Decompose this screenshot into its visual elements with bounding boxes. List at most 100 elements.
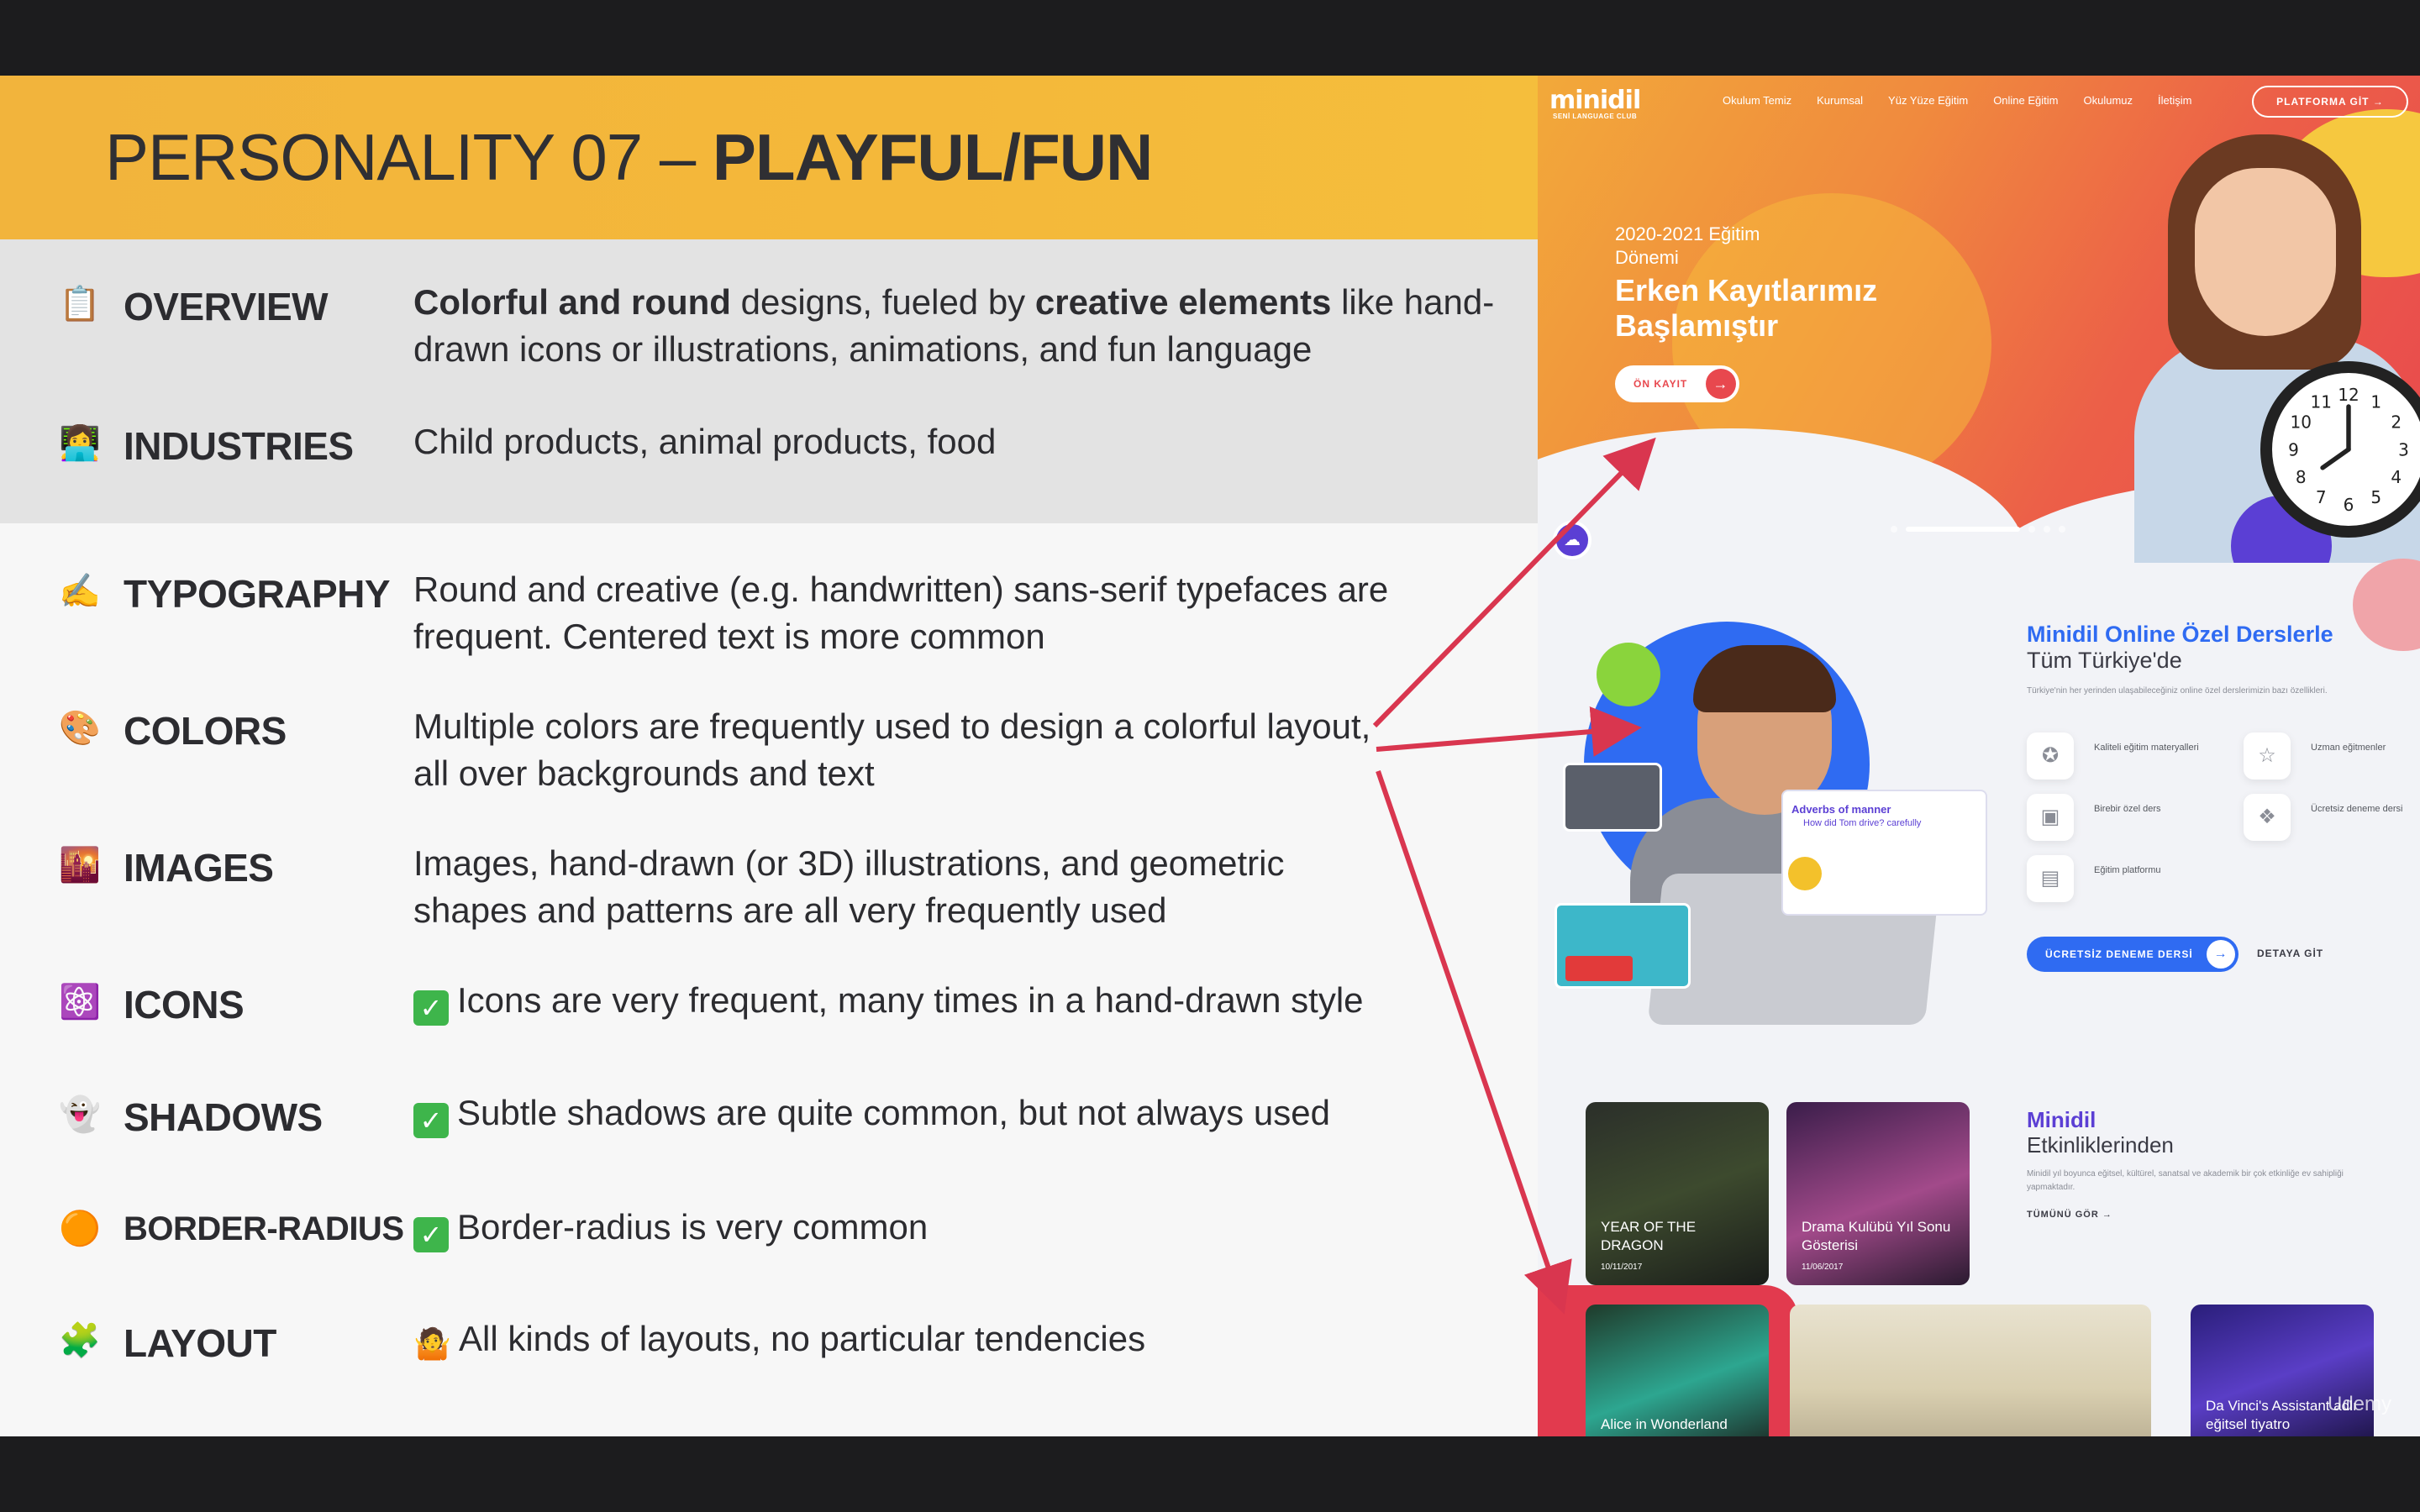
row-description: Multiple colors are frequently used to d… <box>413 706 1371 793</box>
slider-dot[interactable] <box>2044 526 2050 533</box>
sunset-city-icon: 🌇 <box>59 847 101 884</box>
online-lessons-description: Türkiye'nin her yerinden ulaşabileceğini… <box>2027 686 2328 696</box>
platform-button[interactable]: PLATFORMA GİT → <box>2252 86 2408 118</box>
clock-illustration: 12 1 2 3 4 5 6 7 8 9 10 11 <box>2260 361 2420 538</box>
feature-item: ✪ Kaliteli eğitim materyalleri <box>2027 732 2220 783</box>
main-nav: Okulum Temiz Kurumsal Yüz Yüze Eğitim On… <box>1723 94 2191 107</box>
nav-item-online[interactable]: Online Eğitim <box>1993 94 2058 107</box>
ghost-icon: 👻 <box>59 1096 101 1133</box>
platform-icon: ▤ <box>2027 855 2074 902</box>
clock-numeral: 4 <box>2391 467 2402 487</box>
nav-item-kurumsal[interactable]: Kurumsal <box>1817 94 1863 107</box>
star-icon: ☆ <box>2244 732 2291 780</box>
slider-dot-active[interactable] <box>1906 527 2020 532</box>
feature-item: ▤ Eğitim platformu <box>2027 855 2220 906</box>
nav-item-okulumuz[interactable]: Okulumuz <box>2084 94 2133 107</box>
row-description: Child products, animal products, food <box>413 422 997 461</box>
writing-hand-icon: ✍️ <box>59 573 101 610</box>
row-description: 🤷 All kinds of layouts, no particular ten… <box>413 1315 1506 1362</box>
event-title: Drama Kulübü Yıl Sonu Gösterisi <box>1802 1219 1951 1253</box>
hero-title: Erken Kayıtlarımız Başlamıştır <box>1615 273 1878 343</box>
clock-numeral: 6 <box>2344 495 2354 515</box>
room-illustration-thumbnail <box>1555 903 1691 989</box>
event-card[interactable]: Da Vinci's Assistant adlı eğitsel tiyatr… <box>2191 1305 2374 1436</box>
bed-shape <box>1565 956 1633 981</box>
row-label: LAYOUT <box>124 1321 276 1365</box>
online-lessons-title: Minidil Online Özel Derslerle <box>2027 622 2333 647</box>
clock-numeral: 2 <box>2391 412 2402 433</box>
slide-title: PERSONALITY 07 – PLAYFUL/FUN <box>105 119 1153 196</box>
event-card[interactable]: YEAR OF THE DRAGON 10/11/2017 <box>1586 1102 1769 1285</box>
video-icon: ▣ <box>2027 794 2074 841</box>
title-bar: PERSONALITY 07 – PLAYFUL/FUN <box>0 76 1538 239</box>
feature-item: ▣ Birebir özel ders <box>2027 794 2220 844</box>
events-title: Minidil <box>2027 1107 2096 1132</box>
row-text: Border-radius is very common <box>457 1207 929 1247</box>
event-card[interactable]: Drama Kulübü Yıl Sonu Gösterisi 11/06/20… <box>1786 1102 1970 1285</box>
logo-tagline: SENİ LANGUAGE CLUB <box>1553 113 1638 120</box>
row-label: INDUSTRIES <box>124 424 354 468</box>
row-text: Subtle shadows are quite common, but not… <box>457 1093 1330 1132</box>
feature-label: Kaliteli eğitim materyalleri <box>2094 743 2199 753</box>
award-icon: ✪ <box>2027 732 2074 780</box>
row-description: ✓ Icons are very frequent, many times in … <box>413 977 1506 1026</box>
row-label: COLORS <box>124 709 287 753</box>
hero-kicker: 2020-2021 Eğitim Dönemi <box>1615 223 1760 268</box>
chat-icon[interactable]: ☁ <box>1553 521 1591 559</box>
technologist-icon: 👩‍💻 <box>59 425 101 462</box>
row-label: SHADOWS <box>124 1095 323 1139</box>
nav-item-okulum-temiz[interactable]: Okulum Temiz <box>1723 94 1791 107</box>
overview-bold-2: creative elements <box>1034 282 1332 322</box>
nav-item-yuz-yuze[interactable]: Yüz Yüze Eğitim <box>1888 94 1968 107</box>
slide-content: PERSONALITY 07 – PLAYFUL/FUN 📋 OVERVIEW … <box>0 76 1538 1436</box>
palette-icon: 🎨 <box>59 710 101 747</box>
free-trial-button[interactable]: ÜCRETSİZ DENEME DERSİ → <box>2027 937 2238 972</box>
feature-label: Uzman eğitmenler <box>2311 743 2386 753</box>
hero-wave <box>1538 428 2025 563</box>
slider-dot[interactable] <box>2059 526 2065 533</box>
row-description: ✓ Subtle shadows are quite common, but no… <box>413 1089 1506 1138</box>
row-label: IMAGES <box>124 846 274 890</box>
row-label: OVERVIEW <box>124 285 329 328</box>
gift-icon: ❖ <box>2244 794 2291 841</box>
clock-numeral: 5 <box>2370 487 2381 507</box>
feature-item: ☆ Uzman eğitmenler <box>2244 732 2420 783</box>
title-prefix: PERSONALITY 07 – <box>105 120 713 194</box>
slider-dot[interactable] <box>1891 526 1897 533</box>
slider-dot[interactable] <box>2028 526 2035 533</box>
feature-item: ❖ Ücretsiz deneme dersi <box>2244 794 2420 844</box>
arrow-right-icon: → <box>2207 940 2235 969</box>
row-description: Round and creative (e.g. handwritten) sa… <box>413 570 1389 656</box>
clock-numeral: 9 <box>2288 439 2299 459</box>
letterbox-top <box>0 0 2420 76</box>
minidil-logo[interactable]: minidil <box>1549 86 1641 115</box>
row-description: ✓ Border-radius is very common <box>413 1204 1506 1252</box>
clock-numeral: 3 <box>2398 439 2409 459</box>
nav-item-iletisim[interactable]: İletişim <box>2158 94 2191 107</box>
clock-numeral: 12 <box>2338 385 2359 405</box>
hero-section: minidil SENİ LANGUAGE CLUB Okulum Temiz … <box>1538 76 2420 563</box>
check-mark-icon: ✓ <box>413 990 449 1026</box>
feature-label: Birebir özel ders <box>2094 804 2161 814</box>
overview-bold-1: Colorful and round <box>413 282 731 322</box>
pre-register-button[interactable]: ÖN KAYIT → <box>1615 365 1739 402</box>
udemy-watermark: Udemy <box>2328 1393 2392 1415</box>
pre-register-label: ÖN KAYIT <box>1634 378 1688 390</box>
see-all-link[interactable]: TÜMÜNÜ GÖR → <box>2027 1210 2112 1220</box>
event-title: YEAR OF THE DRAGON <box>1601 1219 1697 1253</box>
details-link[interactable]: DETAYA GİT <box>2257 948 2323 959</box>
event-date: 10/11/2017 <box>1601 1263 1643 1272</box>
free-trial-label: ÜCRETSİZ DENEME DERSİ <box>2045 948 2193 960</box>
row-description: Images, hand-drawn (or 3D) illustrations… <box>413 843 1285 930</box>
events-subtitle: Etkinliklerinden <box>2027 1132 2174 1158</box>
title-emphasis: PLAYFUL/FUN <box>712 120 1153 194</box>
event-title: Alice in Wonderland <box>1601 1416 1728 1432</box>
green-circle-shape <box>1597 643 1660 706</box>
lesson-screen-title: Adverbs of manner <box>1791 803 1891 816</box>
row-label: BORDER-RADIUS <box>124 1210 404 1247</box>
row-label: TYPOGRAPHY <box>124 572 391 616</box>
event-photo-classroom[interactable] <box>1790 1305 2151 1436</box>
event-card[interactable]: Alice in Wonderland <box>1586 1305 1769 1436</box>
event-date: 11/06/2017 <box>1802 1263 1844 1272</box>
atom-icon: ⚛️ <box>59 984 101 1021</box>
